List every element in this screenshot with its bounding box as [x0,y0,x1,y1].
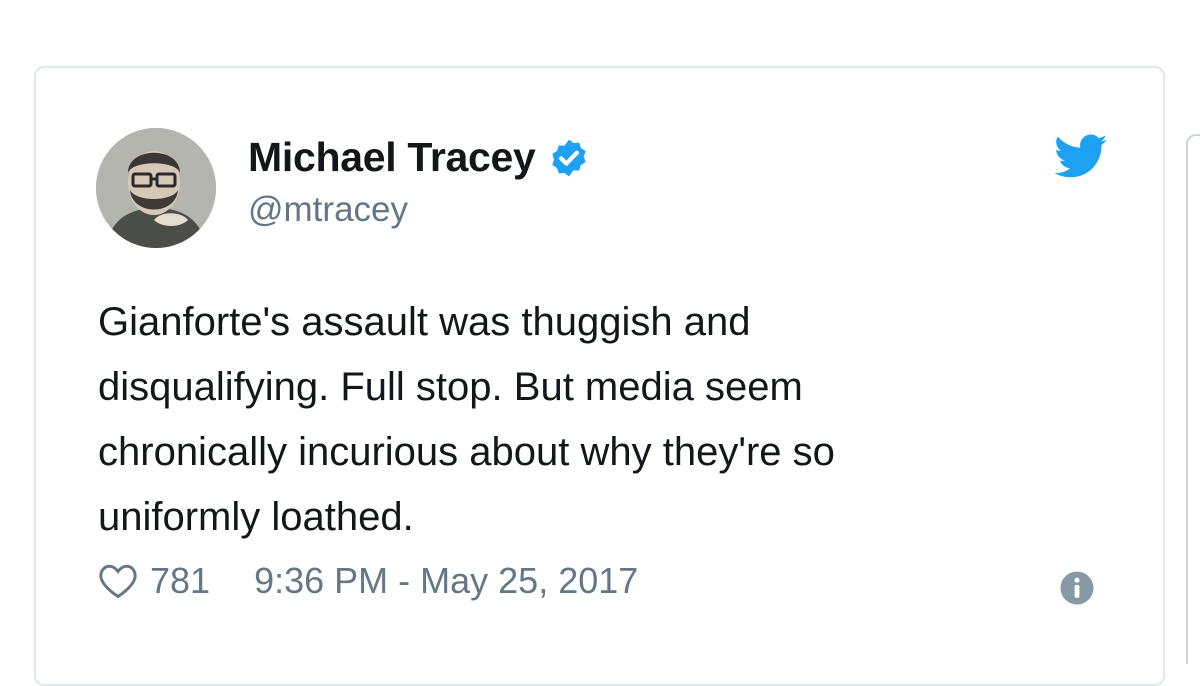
author-row: Michael Tracey [248,134,590,181]
author-name[interactable]: Michael Tracey [248,134,536,181]
verified-badge-icon [551,139,586,176]
twitter-bird-icon[interactable] [1054,134,1108,180]
tweet-meta: 781 9:36 PM - May 25, 2017 [98,560,638,602]
like-count[interactable]: 781 [150,560,210,602]
info-icon[interactable] [1059,570,1095,606]
tweet-card[interactable]: Michael Tracey @mtracey Gianforte's assa… [34,66,1165,686]
tweet-text: Gianforte's assault was thuggish and dis… [98,300,835,539]
avatar[interactable] [96,128,216,248]
adjacent-card-edge [1186,134,1200,664]
tweet-timestamp[interactable]: 9:36 PM - May 25, 2017 [254,560,638,602]
author-handle[interactable]: @mtracey [248,190,408,230]
heart-icon[interactable] [98,563,138,599]
